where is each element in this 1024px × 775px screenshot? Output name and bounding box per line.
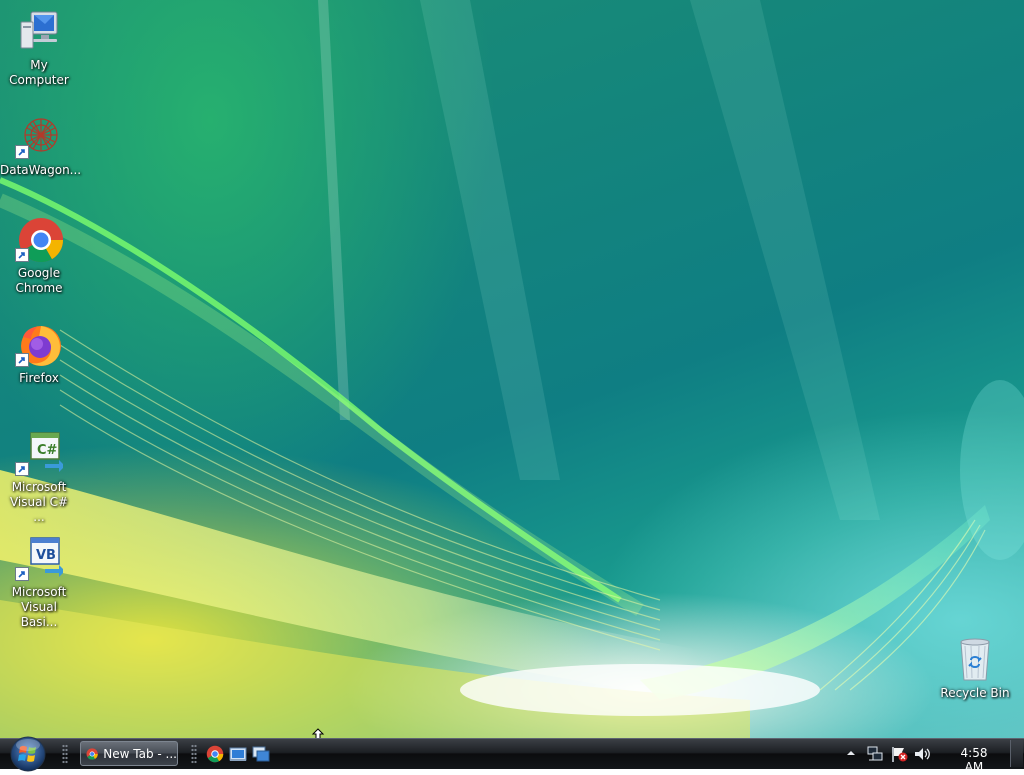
show-hidden-icons-icon xyxy=(847,751,855,755)
quick-launch-chrome[interactable] xyxy=(206,745,224,763)
desktop-icon-label: My Computer xyxy=(9,58,69,87)
tray-volume[interactable] xyxy=(913,745,931,763)
svg-text:VB: VB xyxy=(36,548,56,563)
desktop-icon-firefox[interactable]: Firefox xyxy=(0,321,78,386)
switch-windows-icon xyxy=(252,746,270,762)
tray-action-center[interactable] xyxy=(890,745,908,763)
firefox-icon xyxy=(15,321,63,369)
desktop-icon-label: Firefox xyxy=(19,371,59,385)
taskbar-grip[interactable] xyxy=(62,744,68,764)
visual-basic-icon: VB xyxy=(15,535,65,583)
action-center-flag-icon xyxy=(892,747,908,762)
desktop-icon-label: Microsoft Visual C# ... xyxy=(9,480,69,524)
show-desktop-icon xyxy=(229,747,247,761)
desktop-icon-recycle-bin[interactable]: Recycle Bin xyxy=(936,636,1014,701)
tray-network[interactable] xyxy=(866,745,884,763)
datawagon-icon xyxy=(15,113,63,161)
taskbar: New Tab - ... xyxy=(0,736,1024,772)
chrome-icon xyxy=(206,745,224,763)
desktop-icon-visual-csharp[interactable]: C# Microsoft Visual C# ... xyxy=(0,430,78,525)
desktop-icon-datawagon[interactable]: DataWagon... xyxy=(0,113,82,178)
tray-show-hidden-icons[interactable] xyxy=(845,746,857,760)
quick-launch-switch-windows[interactable] xyxy=(252,745,270,763)
svg-text:C#: C# xyxy=(37,443,58,458)
start-button[interactable] xyxy=(8,736,48,772)
chrome-icon xyxy=(15,216,64,264)
shortcut-arrow-icon xyxy=(15,145,29,159)
shortcut-arrow-icon xyxy=(15,248,29,262)
volume-icon xyxy=(915,748,930,760)
wallpaper-aurora-art xyxy=(0,0,1024,738)
show-desktop-button[interactable] xyxy=(1010,740,1023,767)
shortcut-arrow-icon xyxy=(15,462,29,476)
shortcut-arrow-icon xyxy=(15,353,29,367)
task-button-label: New Tab - ... xyxy=(103,746,177,761)
chrome-icon xyxy=(86,747,98,760)
windows-orb-icon xyxy=(10,736,46,772)
task-button-new-tab[interactable]: New Tab - ... xyxy=(80,741,178,766)
desktop-icon-visual-basic[interactable]: VB Microsoft Visual Basi... xyxy=(0,535,78,630)
desktop-icon-google-chrome[interactable]: Google Chrome xyxy=(0,216,78,296)
desktop-icon-label: Google Chrome xyxy=(15,266,63,295)
desktop-icon-label: DataWagon... xyxy=(0,163,82,177)
visual-csharp-icon: C# xyxy=(15,430,65,478)
quick-launch-grip[interactable] xyxy=(191,744,197,764)
desktop-icon-label: Recycle Bin xyxy=(940,686,1010,700)
computer-icon xyxy=(15,8,63,56)
network-icon xyxy=(867,746,883,761)
shortcut-arrow-icon xyxy=(15,567,29,581)
desktop-wallpaper[interactable] xyxy=(0,0,1024,738)
quick-launch-show-desktop[interactable] xyxy=(229,745,247,763)
desktop-icon-my-computer[interactable]: My Computer xyxy=(0,8,78,88)
tray-clock[interactable]: 4:58 AM xyxy=(950,746,998,774)
recycle-bin-icon xyxy=(951,636,999,684)
desktop-icon-label: Microsoft Visual Basi... xyxy=(11,585,67,629)
